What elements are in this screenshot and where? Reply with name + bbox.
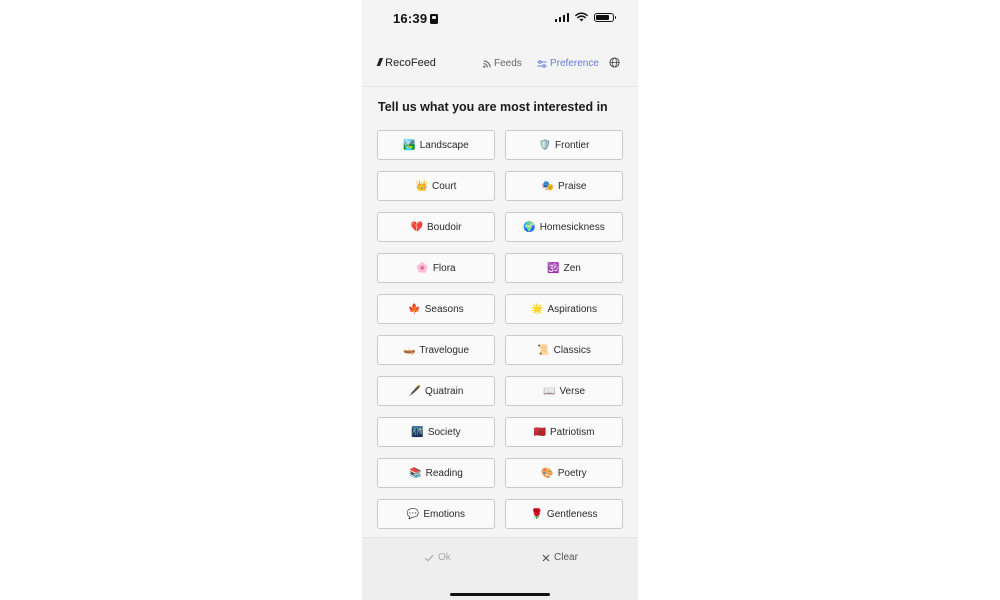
topic-grid: 🏞️ Landscape 🛡️ Frontier 👑 Court 🎭 Praise 💔 B… <box>377 130 623 529</box>
battery-icon <box>594 12 616 22</box>
status-time-text: 16:39 <box>393 11 428 26</box>
topic-emoji: 🛡️ <box>538 139 551 151</box>
topic-label: Homesickness <box>539 221 605 233</box>
topic-button[interactable]: 🌸 Flora <box>377 253 495 283</box>
cellular-signal-icon <box>554 12 569 22</box>
topic-button[interactable]: 🌃 Society <box>377 417 495 447</box>
status-bar: 16:39 <box>362 0 638 40</box>
ok-label: Ok <box>438 552 451 563</box>
topic-button[interactable]: 🕉️ Zen <box>505 253 623 283</box>
topic-emoji: 🌸 <box>416 262 429 274</box>
topic-label: Praise <box>558 180 587 192</box>
clear-label: Clear <box>554 552 578 563</box>
phone-screen: 16:39 /// RecoFeed Feeds Preference Tell… <box>362 0 638 600</box>
topic-button[interactable]: 🌹 Gentleness <box>505 499 623 529</box>
check-icon <box>424 554 434 562</box>
rss-icon <box>483 59 491 68</box>
topic-label: Poetry <box>557 467 587 479</box>
brand-logo[interactable]: /// RecoFeed <box>377 57 436 69</box>
topic-emoji: 🌹 <box>530 508 543 520</box>
nav-preference-label: Preference <box>550 58 599 69</box>
topic-label: Reading <box>425 467 463 479</box>
topic-emoji: 🎨 <box>541 467 554 479</box>
topic-emoji: 💔 <box>410 221 423 233</box>
topic-emoji: 👑 <box>415 180 428 192</box>
status-icons <box>554 12 616 22</box>
topic-label: Travelogue <box>419 344 470 356</box>
topic-emoji: 🏞️ <box>403 139 416 151</box>
topic-label: Emotions <box>423 508 466 520</box>
topic-button[interactable]: 🛡️ Frontier <box>505 130 623 160</box>
topic-button[interactable]: 💔 Boudoir <box>377 212 495 242</box>
topic-label: Zen <box>563 262 581 274</box>
topic-button[interactable]: 🌍 Homesickness <box>505 212 623 242</box>
status-time: 16:39 <box>393 11 439 26</box>
nav-preference[interactable]: Preference <box>537 58 599 69</box>
topic-button[interactable]: 🛶 Travelogue <box>377 335 495 365</box>
top-nav: /// RecoFeed Feeds Preference <box>362 48 638 87</box>
topic-label: Court <box>432 180 457 192</box>
home-indicator[interactable] <box>450 593 550 596</box>
topic-emoji: 🎭 <box>541 180 555 192</box>
topic-emoji: 🌟 <box>531 303 544 315</box>
topic-button[interactable]: 📖 Verse <box>505 376 623 406</box>
topic-emoji: 🕉️ <box>547 262 560 274</box>
close-icon <box>542 554 550 561</box>
topic-label: Seasons <box>424 303 464 315</box>
topic-emoji: 💬 <box>406 508 420 520</box>
topic-emoji: 📖 <box>542 385 556 397</box>
topic-label: Landscape <box>419 139 469 151</box>
logo-icon: /// <box>377 57 382 69</box>
topic-label: Quatrain <box>425 385 464 397</box>
topic-emoji: 🇲🇦 <box>533 426 546 438</box>
topic-emoji: 🌃 <box>411 426 424 438</box>
topic-label: Verse <box>559 385 586 397</box>
brand-name: RecoFeed <box>385 57 436 69</box>
globe-icon[interactable] <box>609 57 620 68</box>
topic-label: Flora <box>432 262 456 274</box>
topic-emoji: 🛶 <box>402 344 416 356</box>
topic-emoji: 🖋️ <box>408 385 422 397</box>
topic-label: Frontier <box>555 139 590 151</box>
topic-button[interactable]: 💬 Emotions <box>377 499 495 529</box>
topic-button[interactable]: 🏞️ Landscape <box>377 130 495 160</box>
topic-emoji: 📜 <box>537 344 550 356</box>
sliders-icon <box>537 59 547 68</box>
topic-button[interactable]: 👑 Court <box>377 171 495 201</box>
topic-label: Classics <box>553 344 591 356</box>
topic-label: Boudoir <box>426 221 462 233</box>
topic-button[interactable]: 📜 Classics <box>505 335 623 365</box>
topic-button[interactable]: 🍁 Seasons <box>377 294 495 324</box>
topic-emoji: 🍁 <box>408 303 421 315</box>
topic-button[interactable]: 🎭 Praise <box>505 171 623 201</box>
id-card-icon <box>430 14 439 24</box>
topic-label: Society <box>427 426 461 438</box>
wifi-icon <box>575 12 588 22</box>
ok-button[interactable]: Ok <box>424 552 451 563</box>
page-heading: Tell us what you are most interested in <box>378 100 608 114</box>
topic-label: Patriotism <box>550 426 595 438</box>
action-footer: Ok Clear <box>362 537 638 600</box>
topic-emoji: 🌍 <box>523 221 536 233</box>
topic-button[interactable]: 🖋️ Quatrain <box>377 376 495 406</box>
topic-button[interactable]: 🎨 Poetry <box>505 458 623 488</box>
topic-button[interactable]: 📚 Reading <box>377 458 495 488</box>
topic-button[interactable]: 🌟 Aspirations <box>505 294 623 324</box>
topic-emoji: 📚 <box>409 467 422 479</box>
nav-feeds[interactable]: Feeds <box>483 58 522 69</box>
topic-button[interactable]: 🇲🇦 Patriotism <box>505 417 623 447</box>
clear-button[interactable]: Clear <box>542 552 578 563</box>
nav-feeds-label: Feeds <box>494 58 522 69</box>
topic-label: Aspirations <box>547 303 597 315</box>
topic-label: Gentleness <box>546 508 598 520</box>
